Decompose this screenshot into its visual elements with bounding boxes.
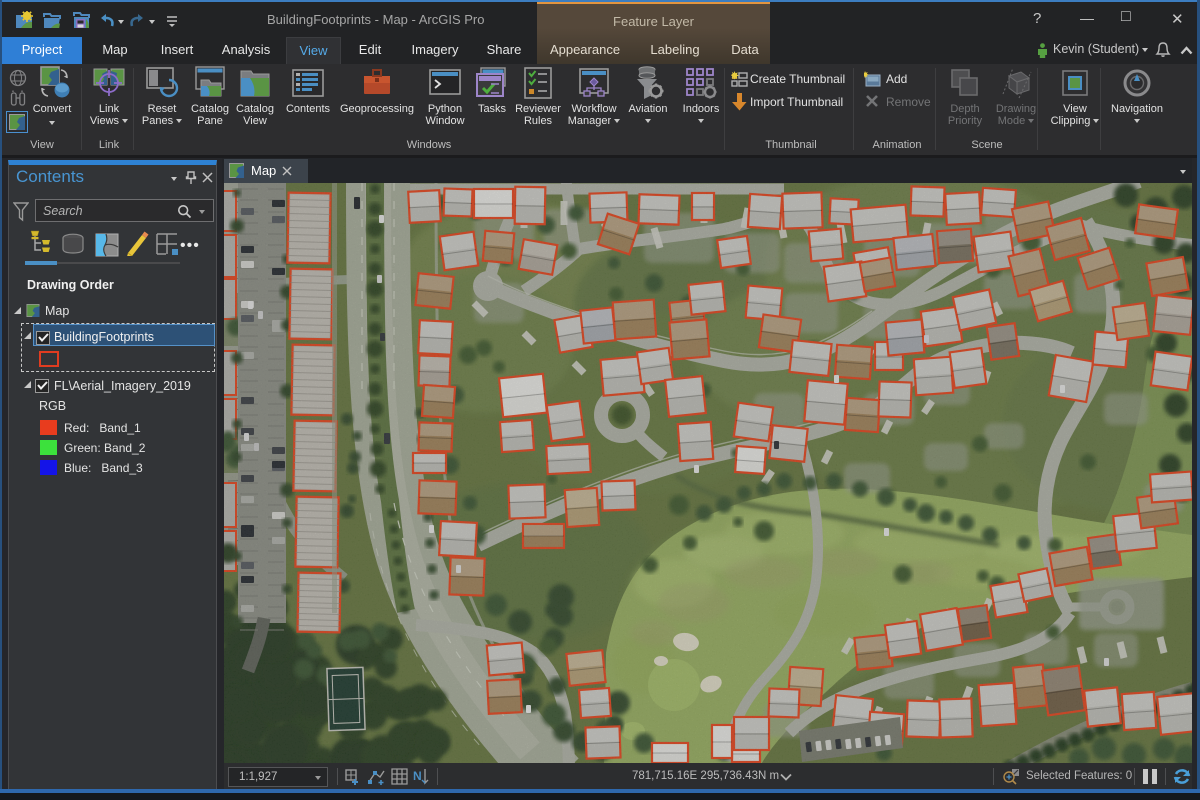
svg-text:N: N	[413, 769, 422, 783]
